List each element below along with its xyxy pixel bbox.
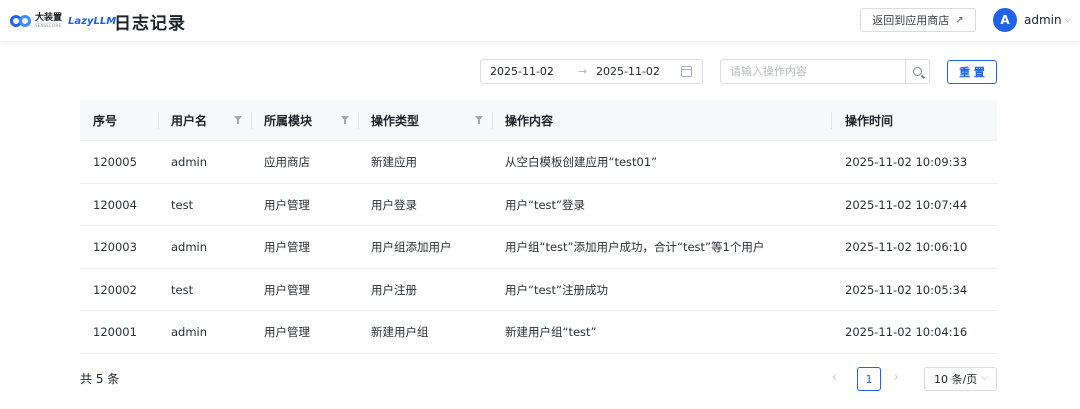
cell-operation-content: 用户“test”登录 <box>505 197 585 212</box>
cell-id: 120003 <box>93 240 137 254</box>
cell-module: 用户管理 <box>264 282 310 297</box>
external-arrow-icon: ↗ <box>955 14 964 26</box>
column-header-operation-type: 操作类型 <box>371 114 420 128</box>
column-header-module: 所属模块 <box>264 114 313 128</box>
table-row[interactable]: 120005 admin 应用商店 新建应用 从空白模板创建应用“test01”… <box>80 141 997 184</box>
cell-operation-time: 2025-11-02 10:05:34 <box>845 282 968 297</box>
search-box <box>720 59 930 84</box>
log-table: 序号 用户名 所属模块 操作类型 操作内容 操作时间 120005 admin … <box>80 100 997 354</box>
back-to-app-store-button[interactable]: 返回到应用商店 ↗ <box>860 8 976 32</box>
search-button[interactable] <box>905 60 929 83</box>
cell-username: admin <box>171 240 208 254</box>
cell-operation-time: 2025-11-02 10:04:16 <box>845 325 968 339</box>
cell-operation-time: 2025-11-02 10:09:33 <box>845 155 968 169</box>
total-count: 共 5 条 <box>80 372 120 386</box>
cell-id: 120001 <box>93 325 137 339</box>
date-range-picker[interactable]: 2025-11-02 → 2025-11-02 <box>480 59 703 84</box>
cell-operation-content: 新建用户组“test” <box>505 325 597 339</box>
cell-module: 用户管理 <box>264 197 310 212</box>
cell-operation-type: 用户组添加用户 <box>371 240 452 254</box>
date-separator-arrow: → <box>578 65 588 78</box>
column-header-username: 用户名 <box>171 114 208 128</box>
cell-id: 120002 <box>93 282 137 297</box>
chevron-down-icon: ⌵ <box>981 373 988 383</box>
cell-operation-content: 用户组“test”添加用户成功，合计“test”等1个用户 <box>505 240 765 254</box>
cell-id: 120005 <box>93 155 137 169</box>
logo-text-cn: 大装置 <box>35 13 63 23</box>
column-header-operation-time: 操作时间 <box>845 114 894 128</box>
cell-id: 120004 <box>93 197 137 212</box>
table-row[interactable]: 120003 admin 用户管理 用户组添加用户 用户组“test”添加用户成… <box>80 226 997 269</box>
pagination-page-1[interactable]: 1 <box>857 367 881 391</box>
calendar-icon <box>681 66 692 77</box>
column-header-id: 序号 <box>93 114 118 128</box>
date-start[interactable]: 2025-11-02 <box>490 65 554 78</box>
cell-username: admin <box>171 155 208 169</box>
page-title: 日志记录 <box>114 14 186 34</box>
search-input[interactable] <box>721 60 906 83</box>
table-row[interactable]: 120004 test 用户管理 用户登录 用户“test”登录 2025-11… <box>80 184 997 226</box>
cell-operation-time: 2025-11-02 10:07:44 <box>845 197 968 212</box>
cell-module: 用户管理 <box>264 325 310 339</box>
page-size-value: 10 条/页 <box>934 373 978 386</box>
avatar: A <box>993 8 1017 32</box>
cell-module: 应用商店 <box>264 155 310 169</box>
filter-icon[interactable] <box>475 116 483 124</box>
cell-username: test <box>171 197 194 212</box>
logo-mark-icon <box>10 14 32 28</box>
pagination-prev-button[interactable]: ‹ <box>832 370 837 384</box>
table-header: 序号 用户名 所属模块 操作类型 操作内容 操作时间 <box>80 100 997 141</box>
search-icon <box>913 67 922 76</box>
top-header: 大装置 SENSECORE LazyLLM 日志记录 返回到应用商店 ↗ A a… <box>0 0 1080 42</box>
cell-operation-type: 新建应用 <box>371 155 417 169</box>
cell-username: admin <box>171 325 208 339</box>
column-header-operation-content: 操作内容 <box>505 114 554 128</box>
logo-text-sub: SENSECORE <box>35 23 62 28</box>
app-logo[interactable]: 大装置 SENSECORE LazyLLM <box>10 10 116 32</box>
logo-text-en: LazyLLM <box>68 15 117 27</box>
user-menu[interactable]: A admin ⌵ <box>993 7 1071 33</box>
table-row[interactable]: 120002 test 用户管理 用户注册 用户“test”注册成功 2025-… <box>80 269 997 311</box>
table-row[interactable]: 120001 admin 用户管理 新建用户组 新建用户组“test” 2025… <box>80 311 997 354</box>
page-size-select[interactable]: 10 条/页 ⌵ <box>924 367 997 391</box>
date-end[interactable]: 2025-11-02 <box>596 65 660 78</box>
cell-operation-content: 用户“test”注册成功 <box>505 282 608 297</box>
filter-icon[interactable] <box>341 116 349 124</box>
pagination-next-button[interactable]: › <box>894 370 899 384</box>
filter-icon[interactable] <box>234 116 242 124</box>
back-button-label: 返回到应用商店 <box>872 14 950 27</box>
cell-operation-type: 新建用户组 <box>371 325 429 339</box>
cell-operation-time: 2025-11-02 10:06:10 <box>845 240 968 254</box>
reset-button[interactable]: 重 置 <box>947 60 997 84</box>
cell-operation-type: 用户注册 <box>371 282 417 297</box>
cell-module: 用户管理 <box>264 240 310 254</box>
chevron-down-icon: ⌵ <box>1064 15 1071 24</box>
username: admin <box>1024 13 1062 27</box>
cell-operation-type: 用户登录 <box>371 197 417 212</box>
cell-operation-content: 从空白模板创建应用“test01” <box>505 155 658 169</box>
cell-username: test <box>171 282 194 297</box>
